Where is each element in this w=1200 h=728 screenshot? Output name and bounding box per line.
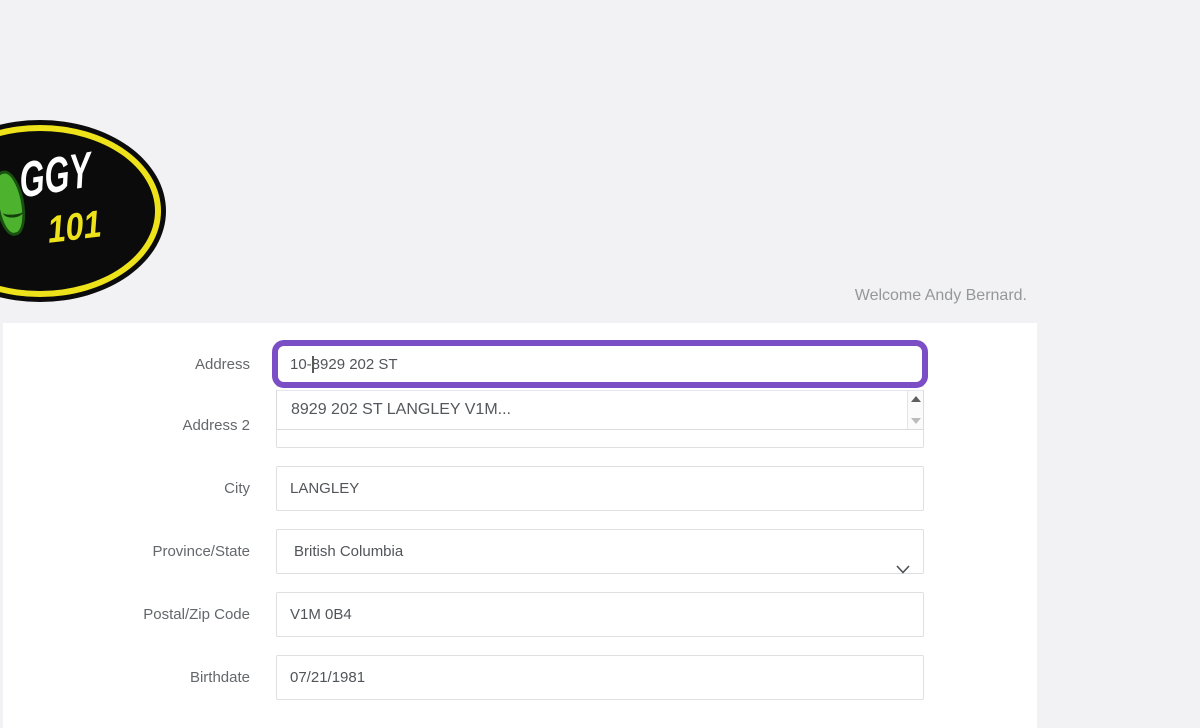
postal-input[interactable] — [276, 592, 924, 637]
dropdown-scrollbar[interactable] — [907, 391, 923, 429]
postal-label: Postal/Zip Code — [0, 592, 250, 637]
scrollbar-down-icon[interactable] — [911, 418, 921, 424]
address2-label: Address 2 — [0, 403, 250, 448]
province-select[interactable]: British Columbia — [276, 529, 924, 574]
birthdate-label: Birthdate — [0, 655, 250, 700]
scrollbar-up-icon[interactable] — [911, 396, 921, 402]
address-label: Address — [0, 342, 250, 387]
logo-text-bottom: 101 — [46, 205, 103, 249]
logo-text-top: GGY — [18, 144, 92, 205]
address-input[interactable] — [276, 342, 924, 387]
address-suggestions-dropdown: 8929 202 ST LANGLEY V1M... — [276, 390, 924, 430]
city-label: City — [0, 466, 250, 511]
province-select-value: British Columbia — [294, 543, 403, 560]
text-cursor — [312, 356, 314, 373]
birthdate-input[interactable] — [276, 655, 924, 700]
froggy-101-logo: GGY 101 — [0, 120, 166, 302]
chevron-down-icon — [896, 548, 910, 557]
city-input[interactable] — [276, 466, 924, 511]
welcome-message: Welcome Andy Bernard. — [855, 287, 1027, 305]
page: GGY 101 Welcome Andy Bernard. Address Ad… — [0, 0, 1200, 728]
province-label: Province/State — [0, 529, 250, 574]
address-suggestion-option[interactable]: 8929 202 ST LANGLEY V1M... — [277, 391, 907, 429]
